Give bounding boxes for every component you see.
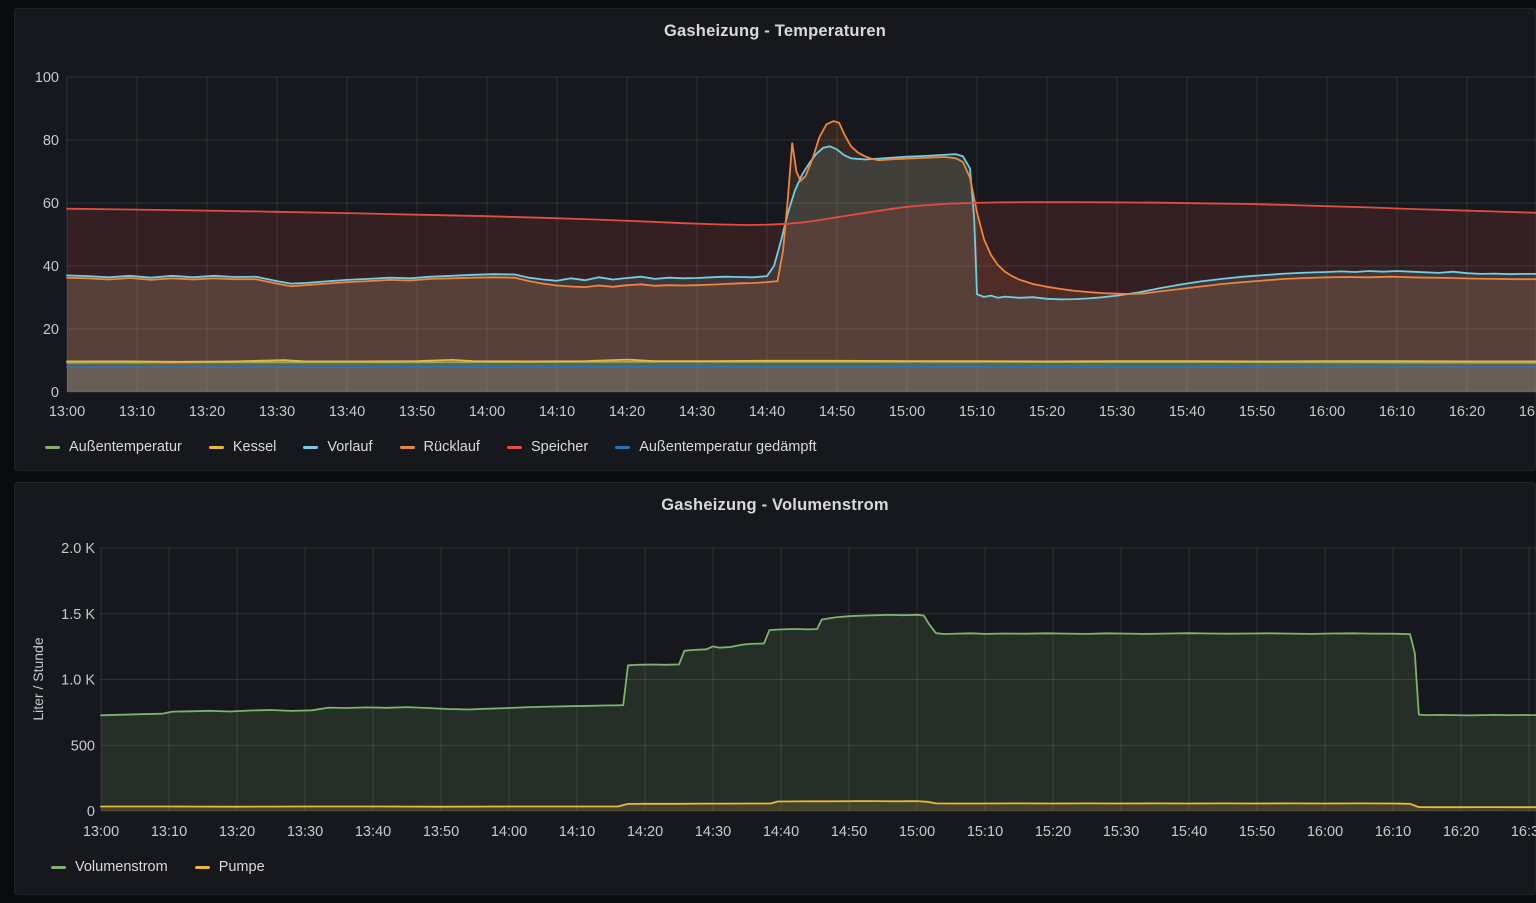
panel-title-volumenstrom[interactable]: Gasheizung - Volumenstrom bbox=[15, 483, 1535, 515]
svg-text:20: 20 bbox=[43, 322, 59, 338]
svg-text:16:10: 16:10 bbox=[1375, 824, 1411, 840]
svg-text:15:30: 15:30 bbox=[1099, 404, 1135, 420]
legend-swatch-au-entemperatur bbox=[45, 446, 60, 449]
svg-text:13:00: 13:00 bbox=[83, 824, 119, 840]
svg-text:13:00: 13:00 bbox=[49, 404, 85, 420]
svg-text:15:00: 15:00 bbox=[899, 824, 935, 840]
svg-text:13:40: 13:40 bbox=[355, 824, 391, 840]
legend-swatch-pumpe bbox=[195, 866, 210, 869]
svg-text:1.5 K: 1.5 K bbox=[61, 607, 95, 623]
svg-text:15:40: 15:40 bbox=[1171, 824, 1207, 840]
svg-text:16:00: 16:00 bbox=[1309, 404, 1345, 420]
svg-text:13:30: 13:30 bbox=[287, 824, 323, 840]
temperature-chart[interactable]: 0 20 40 60 80 100 13:00 13:10 13:20 13:30 13:40 13:… bbox=[15, 65, 1536, 437]
svg-text:13:50: 13:50 bbox=[399, 404, 435, 420]
svg-text:13:10: 13:10 bbox=[151, 824, 187, 840]
legend-item-au-entemperatur-ged-mpft[interactable]: Außentemperatur gedämpft bbox=[615, 439, 816, 455]
legend-label-au-entemperatur: Außentemperatur bbox=[69, 439, 182, 455]
svg-text:14:10: 14:10 bbox=[539, 404, 575, 420]
svg-text:13:50: 13:50 bbox=[423, 824, 459, 840]
legend-item-volumenstrom[interactable]: Volumenstrom bbox=[51, 859, 168, 875]
grafana-dashboard: { "accent_colors": { "green": "#7EB26D",… bbox=[0, 0, 1536, 903]
svg-text:16:30: 16:30 bbox=[1511, 824, 1536, 840]
legend-item-r-cklauf[interactable]: Rücklauf bbox=[400, 439, 480, 455]
legend-label-pumpe: Pumpe bbox=[219, 859, 265, 875]
legend-item-kessel[interactable]: Kessel bbox=[209, 439, 277, 455]
svg-text:13:10: 13:10 bbox=[119, 404, 155, 420]
svg-text:14:50: 14:50 bbox=[831, 824, 867, 840]
svg-text:0: 0 bbox=[51, 385, 59, 401]
svg-text:40: 40 bbox=[43, 259, 59, 275]
svg-text:14:30: 14:30 bbox=[679, 404, 715, 420]
svg-text:14:20: 14:20 bbox=[627, 824, 663, 840]
svg-text:16:30: 16:30 bbox=[1519, 404, 1536, 420]
svg-text:0: 0 bbox=[87, 804, 95, 820]
svg-text:100: 100 bbox=[35, 70, 59, 86]
legend-label-r-cklauf: Rücklauf bbox=[424, 439, 480, 455]
svg-text:16:00: 16:00 bbox=[1307, 824, 1343, 840]
panel-volumenstrom: Gasheizung - Volumenstrom 0 500 1.0 K 1.5 K… bbox=[14, 482, 1536, 895]
svg-text:2.0 K: 2.0 K bbox=[61, 541, 95, 557]
legend-swatch-r-cklauf bbox=[400, 446, 415, 449]
svg-text:15:50: 15:50 bbox=[1239, 404, 1275, 420]
svg-text:1.0 K: 1.0 K bbox=[61, 673, 95, 689]
svg-text:15:10: 15:10 bbox=[959, 404, 995, 420]
svg-text:15:40: 15:40 bbox=[1169, 404, 1205, 420]
svg-text:15:10: 15:10 bbox=[967, 824, 1003, 840]
svg-text:13:30: 13:30 bbox=[259, 404, 295, 420]
svg-text:15:50: 15:50 bbox=[1239, 824, 1275, 840]
svg-text:14:40: 14:40 bbox=[749, 404, 785, 420]
svg-text:15:00: 15:00 bbox=[889, 404, 925, 420]
legend-label-kessel: Kessel bbox=[233, 439, 277, 455]
svg-text:80: 80 bbox=[43, 133, 59, 149]
svg-text:15:20: 15:20 bbox=[1035, 824, 1071, 840]
svg-text:500: 500 bbox=[71, 738, 95, 754]
svg-text:16:10: 16:10 bbox=[1379, 404, 1415, 420]
svg-text:13:40: 13:40 bbox=[329, 404, 365, 420]
legend-swatch-kessel bbox=[209, 446, 224, 449]
panel-title-temperaturen[interactable]: Gasheizung - Temperaturen bbox=[15, 9, 1535, 41]
volumenstrom-legend: Volumenstrom Pumpe bbox=[51, 859, 265, 875]
svg-text:14:30: 14:30 bbox=[695, 824, 731, 840]
svg-text:14:20: 14:20 bbox=[609, 404, 645, 420]
legend-swatch-au-entemperatur-ged-mpft bbox=[615, 446, 630, 449]
svg-text:16:20: 16:20 bbox=[1449, 404, 1485, 420]
panel-temperaturen: Gasheizung - Temperaturen 0 20 40 60 80 100 13… bbox=[14, 8, 1536, 471]
svg-text:13:20: 13:20 bbox=[189, 404, 225, 420]
svg-text:13:20: 13:20 bbox=[219, 824, 255, 840]
legend-label-vorlauf: Vorlauf bbox=[327, 439, 372, 455]
svg-text:15:30: 15:30 bbox=[1103, 824, 1139, 840]
legend-swatch-volumenstrom bbox=[51, 866, 66, 869]
legend-item-pumpe[interactable]: Pumpe bbox=[195, 859, 265, 875]
temperature-legend: Außentemperatur Kessel Vorlauf Rücklauf Spei… bbox=[45, 439, 817, 455]
svg-text:14:40: 14:40 bbox=[763, 824, 799, 840]
svg-text:14:10: 14:10 bbox=[559, 824, 595, 840]
svg-text:Liter / Stunde: Liter / Stunde bbox=[30, 637, 46, 720]
legend-item-speicher[interactable]: Speicher bbox=[507, 439, 588, 455]
svg-text:14:00: 14:00 bbox=[469, 404, 505, 420]
svg-text:14:00: 14:00 bbox=[491, 824, 527, 840]
legend-item-au-entemperatur[interactable]: Außentemperatur bbox=[45, 439, 182, 455]
svg-text:15:20: 15:20 bbox=[1029, 404, 1065, 420]
legend-label-au-entemperatur-ged-mpft: Außentemperatur gedämpft bbox=[639, 439, 816, 455]
svg-text:16:20: 16:20 bbox=[1443, 824, 1479, 840]
legend-label-volumenstrom: Volumenstrom bbox=[75, 859, 168, 875]
legend-item-vorlauf[interactable]: Vorlauf bbox=[303, 439, 372, 455]
volumenstrom-chart[interactable]: 0 500 1.0 K 1.5 K 2.0 K 13:00 13:10 13:20 13:30 1… bbox=[15, 539, 1536, 845]
svg-text:60: 60 bbox=[43, 196, 59, 212]
legend-label-speicher: Speicher bbox=[531, 439, 588, 455]
legend-swatch-vorlauf bbox=[303, 446, 318, 449]
legend-swatch-speicher bbox=[507, 446, 522, 449]
svg-text:14:50: 14:50 bbox=[819, 404, 855, 420]
